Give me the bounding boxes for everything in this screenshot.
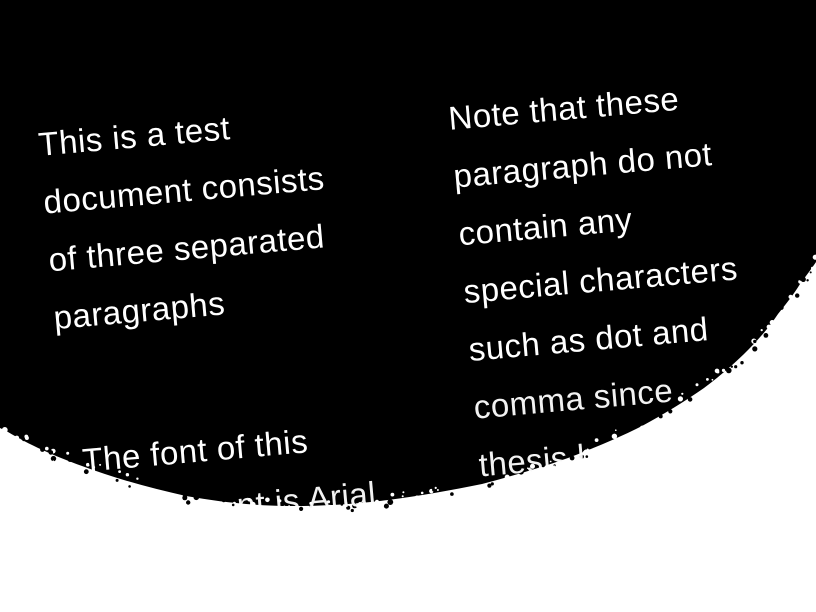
paragraph-left: This is a test document consists of thre…	[36, 91, 337, 347]
scanned-page: This is a test document consists of thre…	[0, 0, 816, 612]
paragraph-right: Note that these paragraph do not contain…	[446, 66, 755, 494]
